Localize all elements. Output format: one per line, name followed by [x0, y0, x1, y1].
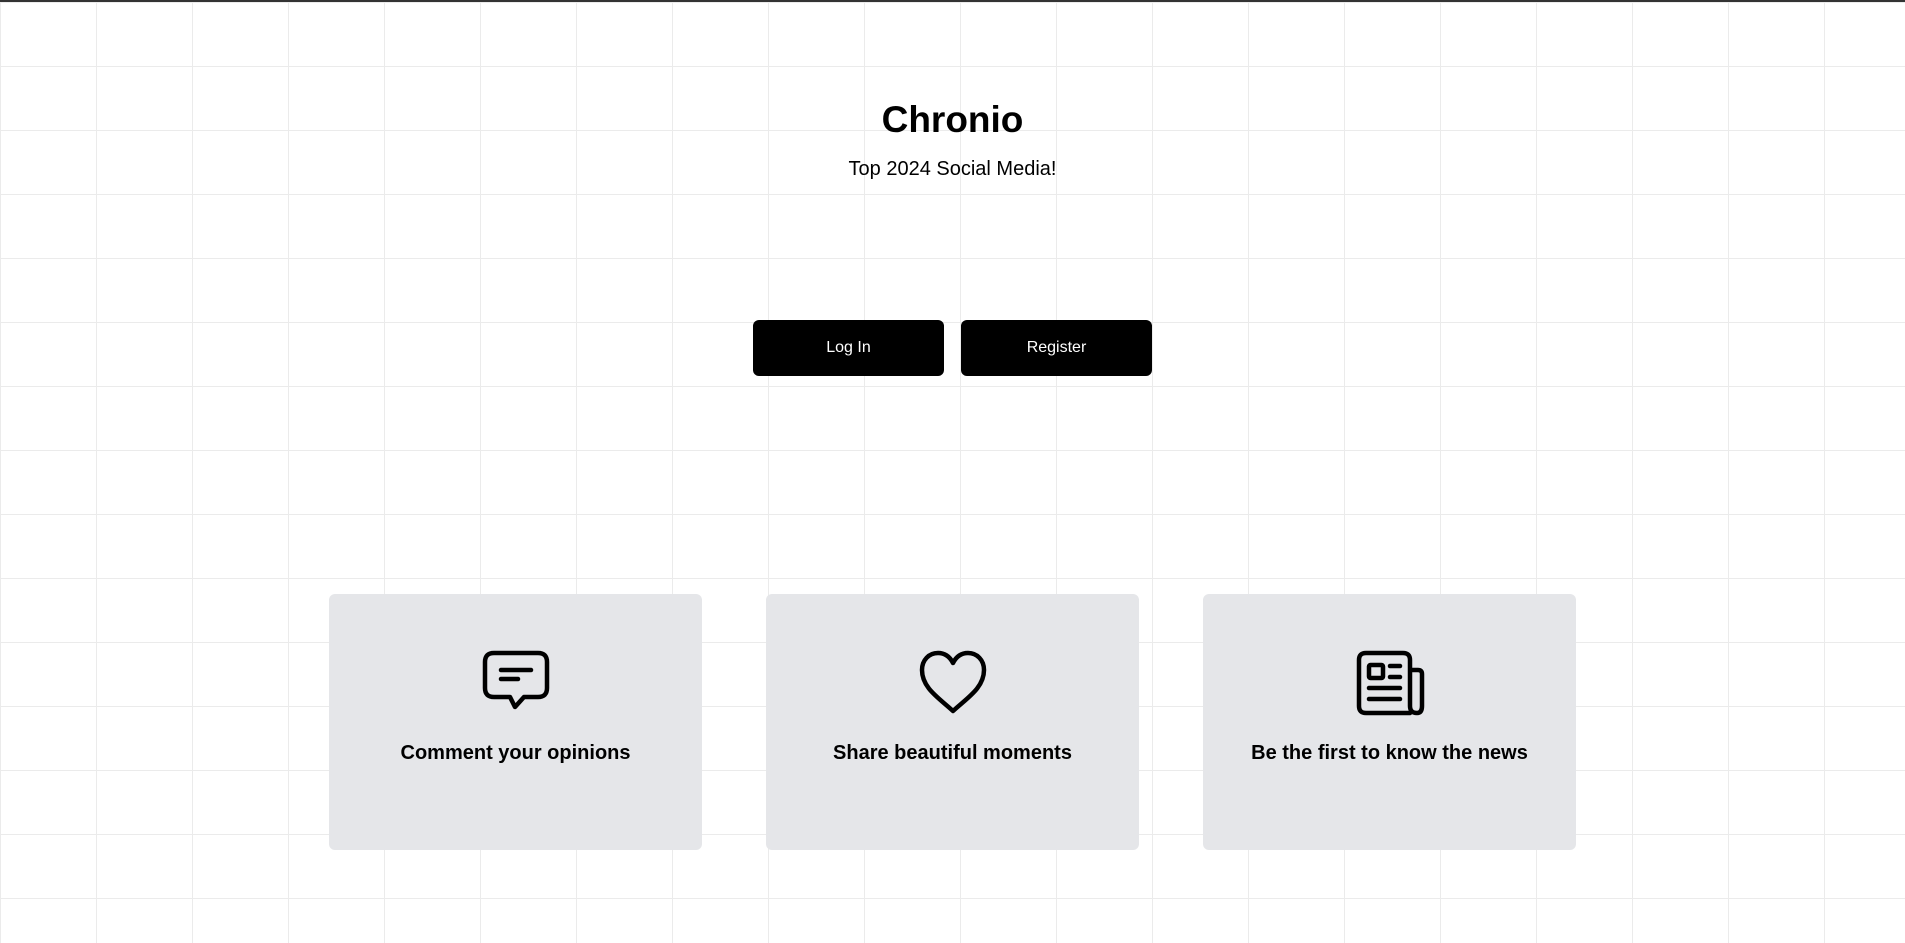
login-button[interactable]: Log In — [753, 320, 944, 376]
chat-bubble-icon — [480, 648, 552, 720]
page-title: Chronio — [881, 99, 1024, 140]
top-border — [0, 0, 1905, 2]
heart-icon — [917, 648, 989, 720]
feature-label: Be the first to know the news — [1251, 742, 1528, 764]
feature-label: Share beautiful moments — [833, 742, 1072, 764]
page-subtitle: Top 2024 Social Media! — [848, 158, 1057, 180]
feature-card-news: Be the first to know the news — [1203, 594, 1576, 850]
register-button[interactable]: Register — [961, 320, 1152, 376]
feature-label: Comment your opinions — [400, 742, 631, 764]
feature-card-comment: Comment your opinions — [329, 594, 702, 850]
newspaper-icon — [1354, 648, 1426, 720]
feature-card-share: Share beautiful moments — [766, 594, 1139, 850]
